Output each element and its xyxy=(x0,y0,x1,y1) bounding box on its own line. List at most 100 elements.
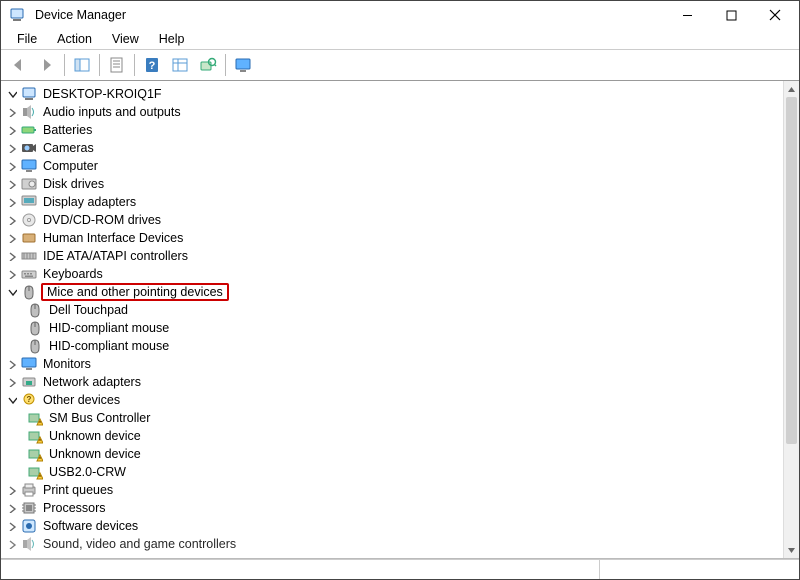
disk-icon xyxy=(21,176,37,192)
scan-hardware-button[interactable] xyxy=(195,52,221,78)
category-hid[interactable]: Human Interface Devices xyxy=(5,229,783,247)
display-adapter-icon xyxy=(21,194,37,210)
chevron-right-icon[interactable] xyxy=(5,195,19,209)
action-button[interactable] xyxy=(167,52,193,78)
category-other-devices[interactable]: Other devices xyxy=(5,391,783,409)
chevron-right-icon[interactable] xyxy=(5,375,19,389)
device-dell-touchpad[interactable]: Dell Touchpad xyxy=(5,301,783,319)
device-hid-mouse-2[interactable]: HID-compliant mouse xyxy=(5,337,783,355)
chevron-right-icon[interactable] xyxy=(5,177,19,191)
mice-label-highlighted: Mice and other pointing devices xyxy=(41,283,229,301)
software-icon xyxy=(21,518,37,534)
chevron-right-icon[interactable] xyxy=(5,483,19,497)
device-unknown-2[interactable]: Unknown device xyxy=(5,445,783,463)
camera-icon xyxy=(21,140,37,156)
forward-button[interactable] xyxy=(34,52,60,78)
chevron-right-icon[interactable] xyxy=(5,213,19,227)
printer-icon xyxy=(21,482,37,498)
chevron-right-icon[interactable] xyxy=(5,537,19,551)
category-dvd[interactable]: DVD/CD-ROM drives xyxy=(5,211,783,229)
category-computer[interactable]: Computer xyxy=(5,157,783,175)
window-title: Device Manager xyxy=(35,8,665,22)
menu-help[interactable]: Help xyxy=(149,31,195,47)
mouse-icon xyxy=(21,284,37,300)
category-print-queues[interactable]: Print queues xyxy=(5,481,783,499)
toolbar: ? xyxy=(1,49,799,81)
back-button[interactable] xyxy=(6,52,32,78)
cpu-icon xyxy=(21,500,37,516)
computer-icon xyxy=(21,86,37,102)
category-sound-video-game[interactable]: Sound, video and game controllers xyxy=(5,535,783,553)
chevron-right-icon[interactable] xyxy=(5,123,19,137)
category-processors[interactable]: Processors xyxy=(5,499,783,517)
scroll-thumb[interactable] xyxy=(786,97,797,444)
mouse-icon xyxy=(27,320,43,336)
chevron-right-icon[interactable] xyxy=(5,501,19,515)
speaker-icon xyxy=(21,536,37,552)
scroll-down-button[interactable] xyxy=(784,542,799,558)
disc-icon xyxy=(21,212,37,228)
svg-text:?: ? xyxy=(149,60,156,72)
root-label: DESKTOP-KROIQ1F xyxy=(41,87,164,101)
help-button[interactable]: ? xyxy=(139,52,165,78)
chevron-right-icon[interactable] xyxy=(5,141,19,155)
chevron-right-icon[interactable] xyxy=(5,519,19,533)
maximize-button[interactable] xyxy=(709,1,753,29)
category-cameras[interactable]: Cameras xyxy=(5,139,783,157)
chevron-down-icon[interactable] xyxy=(5,285,19,299)
chip-warning-icon xyxy=(27,464,43,480)
chevron-down-icon[interactable] xyxy=(5,87,19,101)
chevron-right-icon[interactable] xyxy=(5,159,19,173)
statusbar xyxy=(1,559,799,579)
question-icon xyxy=(21,392,37,408)
show-hide-console-tree-button[interactable] xyxy=(69,52,95,78)
network-icon xyxy=(21,374,37,390)
monitor-button[interactable] xyxy=(230,52,256,78)
device-sm-bus[interactable]: SM Bus Controller xyxy=(5,409,783,427)
speaker-icon xyxy=(21,104,37,120)
minimize-button[interactable] xyxy=(665,1,709,29)
scroll-up-button[interactable] xyxy=(784,81,799,97)
category-mice[interactable]: Mice and other pointing devices xyxy=(5,283,783,301)
keyboard-icon xyxy=(21,266,37,282)
chevron-right-icon[interactable] xyxy=(5,249,19,263)
chevron-down-icon[interactable] xyxy=(5,393,19,407)
battery-icon xyxy=(21,122,37,138)
device-usb2-crw[interactable]: USB2.0-CRW xyxy=(5,463,783,481)
properties-button[interactable] xyxy=(104,52,130,78)
tree-root-node[interactable]: DESKTOP-KROIQ1F xyxy=(5,85,783,103)
device-unknown-1[interactable]: Unknown device xyxy=(5,427,783,445)
menu-file[interactable]: File xyxy=(7,31,47,47)
menu-view[interactable]: View xyxy=(102,31,149,47)
category-software-devices[interactable]: Software devices xyxy=(5,517,783,535)
chevron-right-icon[interactable] xyxy=(5,105,19,119)
monitor-icon xyxy=(21,158,37,174)
monitor-icon xyxy=(21,356,37,372)
app-icon xyxy=(9,7,25,23)
category-ide[interactable]: IDE ATA/ATAPI controllers xyxy=(5,247,783,265)
chip-warning-icon xyxy=(27,446,43,462)
device-tree[interactable]: DESKTOP-KROIQ1F Audio inputs and outputs… xyxy=(1,81,783,558)
mouse-icon xyxy=(27,338,43,354)
titlebar: Device Manager xyxy=(1,1,799,29)
category-keyboards[interactable]: Keyboards xyxy=(5,265,783,283)
category-disk-drives[interactable]: Disk drives xyxy=(5,175,783,193)
device-hid-mouse-1[interactable]: HID-compliant mouse xyxy=(5,319,783,337)
category-display-adapters[interactable]: Display adapters xyxy=(5,193,783,211)
category-network[interactable]: Network adapters xyxy=(5,373,783,391)
chevron-right-icon[interactable] xyxy=(5,357,19,371)
chip-warning-icon xyxy=(27,428,43,444)
scroll-track[interactable] xyxy=(784,97,799,542)
close-button[interactable] xyxy=(753,1,797,29)
menu-action[interactable]: Action xyxy=(47,31,102,47)
mouse-icon xyxy=(27,302,43,318)
hid-icon xyxy=(21,230,37,246)
category-monitors[interactable]: Monitors xyxy=(5,355,783,373)
vertical-scrollbar[interactable] xyxy=(783,81,799,558)
chevron-right-icon[interactable] xyxy=(5,267,19,281)
ide-icon xyxy=(21,248,37,264)
category-batteries[interactable]: Batteries xyxy=(5,121,783,139)
chevron-right-icon[interactable] xyxy=(5,231,19,245)
category-audio[interactable]: Audio inputs and outputs xyxy=(5,103,783,121)
menubar: File Action View Help xyxy=(1,29,799,49)
